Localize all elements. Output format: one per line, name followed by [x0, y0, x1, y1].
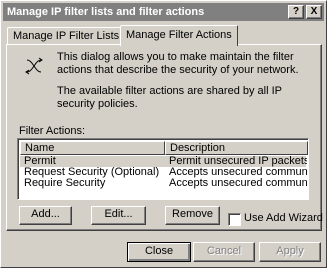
info-text-description: This dialog allows you to make maintain … — [57, 51, 299, 76]
add-button[interactable]: Add... — [19, 206, 72, 225]
close-window-button[interactable]: X — [306, 5, 322, 19]
tab-manage-filter-actions[interactable]: Manage Filter Actions — [120, 25, 238, 46]
use-add-wizard-label[interactable]: Use Add Wizard — [244, 212, 323, 224]
apply-button: Apply — [259, 242, 321, 262]
list-item[interactable]: Request Security (Optional) Accepts unse… — [20, 167, 307, 178]
filter-action-icon — [25, 57, 43, 75]
help-button[interactable]: ? — [288, 5, 304, 19]
window-title: Manage IP filter lists and filter action… — [7, 6, 205, 18]
column-header-description[interactable]: Description — [165, 141, 308, 155]
info-text-shared: The available filter actions are shared … — [57, 85, 282, 110]
cancel-button: Cancel — [193, 242, 255, 262]
use-add-wizard-checkbox[interactable] — [228, 213, 241, 226]
tab-manage-ip-filter-lists[interactable]: Manage IP Filter Lists — [7, 27, 126, 45]
list-item[interactable]: Permit Permit unsecured IP packets to ..… — [20, 156, 307, 167]
remove-button[interactable]: Remove — [165, 206, 220, 225]
list-header: Name Description — [20, 141, 308, 155]
list-item[interactable]: Require Security Accepts unsecured commu… — [20, 178, 307, 189]
title-bar: Manage IP filter lists and filter action… — [3, 3, 324, 21]
list-item-description: Accepts unsecured communicati... — [169, 178, 307, 189]
list-item-description: Permit unsecured IP packets to ... — [169, 156, 307, 167]
filter-actions-list[interactable]: Name Description Permit Permit unsecured… — [17, 138, 309, 200]
close-button[interactable]: Close — [127, 242, 191, 262]
list-item-name: Request Security (Optional) — [24, 167, 160, 178]
dialog-window: Manage IP filter lists and filter action… — [0, 0, 327, 268]
list-item-name: Require Security — [24, 178, 106, 189]
column-header-name[interactable]: Name — [20, 141, 165, 155]
list-item-description: Accepts unsecured communicati... — [169, 167, 307, 178]
list-item-name: Permit — [24, 156, 56, 167]
filter-actions-label: Filter Actions: — [19, 125, 86, 137]
edit-button[interactable]: Edit... — [91, 206, 146, 225]
